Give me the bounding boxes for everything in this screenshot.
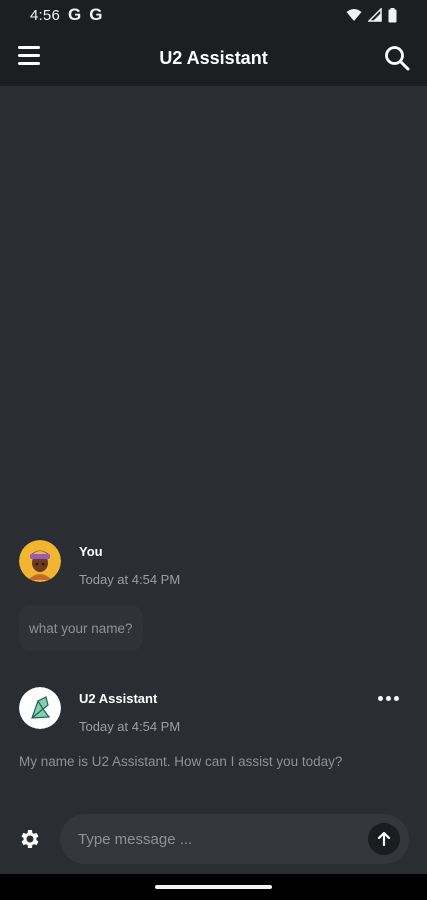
person-avatar-icon <box>19 540 61 582</box>
message-timestamp: Today at 4:54 PM <box>79 572 181 587</box>
more-dot-icon <box>378 696 383 701</box>
assistant-logo-icon <box>19 687 61 729</box>
message-timestamp: Today at 4:54 PM <box>79 719 181 734</box>
message-composer <box>0 804 427 874</box>
status-time: 4:56 <box>30 6 60 24</box>
menu-icon-line <box>18 54 40 57</box>
user-message-bubble: what your name? <box>19 605 143 651</box>
message-text: what your name? <box>29 620 133 636</box>
message-input-container <box>60 814 409 864</box>
message-text: My name is U2 Assistant. How can I assis… <box>19 754 343 769</box>
signal-icon <box>368 8 382 22</box>
search-button[interactable] <box>383 44 411 72</box>
more-dot-icon <box>386 696 391 701</box>
message-input[interactable] <box>78 814 358 864</box>
status-bar: 4:56 G G <box>0 0 427 30</box>
status-right <box>346 7 397 23</box>
app-bar: U2 Assistant <box>0 30 427 86</box>
user-avatar <box>19 540 61 582</box>
more-dot-icon <box>394 696 399 701</box>
google-notification-icon: G <box>68 5 82 24</box>
page-title: U2 Assistant <box>159 47 268 68</box>
message-sender: You <box>79 544 103 559</box>
settings-button[interactable] <box>18 827 42 851</box>
google-notification-icon: G <box>89 5 103 24</box>
search-icon <box>385 46 410 71</box>
arrow-up-icon <box>377 832 391 846</box>
send-button[interactable] <box>368 823 400 855</box>
home-indicator[interactable] <box>155 885 272 889</box>
menu-button[interactable] <box>18 46 44 70</box>
gear-icon <box>21 830 39 848</box>
battery-icon <box>388 7 397 22</box>
message-more-button[interactable] <box>378 696 399 701</box>
system-navigation-bar <box>0 874 427 900</box>
message-sender: U2 Assistant <box>79 691 158 706</box>
chat-area[interactable]: You Today at 4:54 PM what your name? U2 … <box>0 86 427 804</box>
menu-icon-line <box>18 62 40 65</box>
status-left: 4:56 G G <box>30 5 102 25</box>
wifi-icon <box>346 9 362 21</box>
menu-icon-line <box>18 46 40 49</box>
assistant-avatar <box>19 687 61 729</box>
